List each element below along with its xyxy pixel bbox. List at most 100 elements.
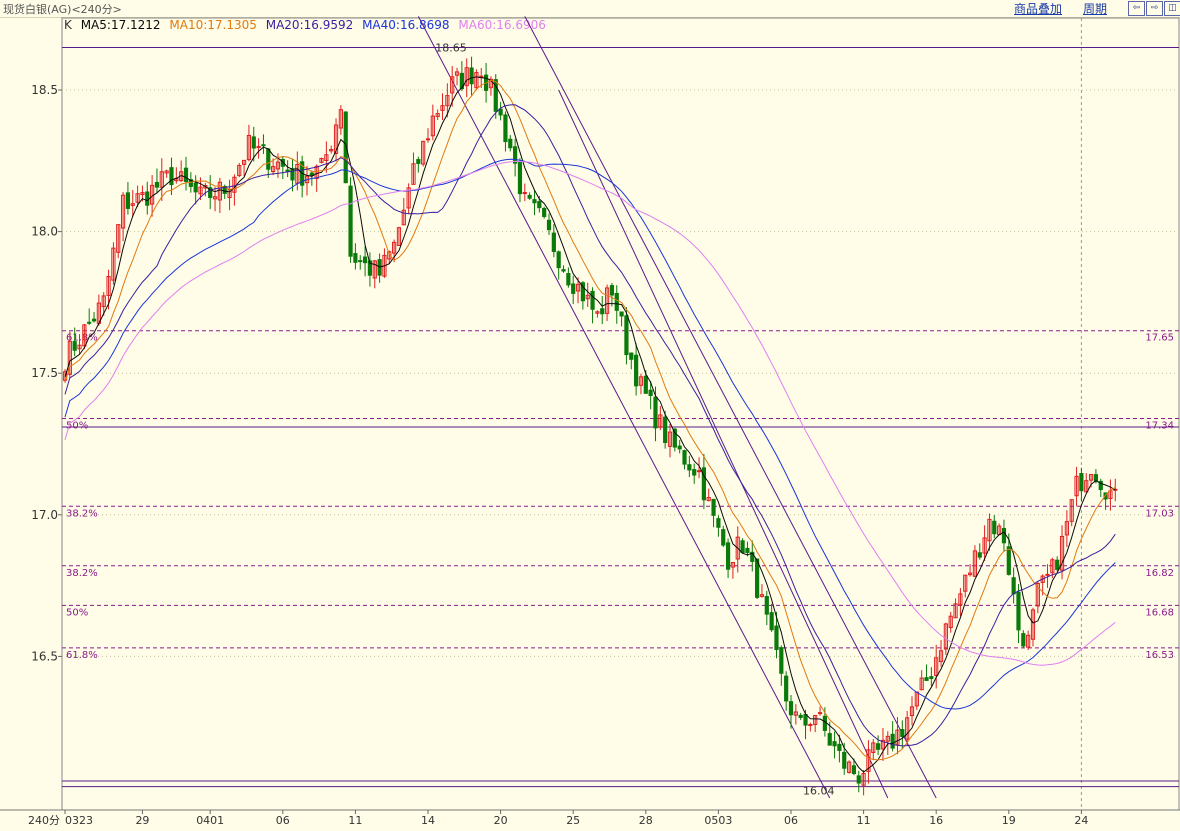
- candle-body: [1055, 559, 1060, 570]
- extreme-price-label: 16.04: [803, 785, 835, 798]
- candle-body: [348, 185, 353, 257]
- candle-body: [527, 194, 532, 199]
- candle-body: [542, 207, 547, 217]
- candle-body: [745, 547, 750, 553]
- x-tick-label: 11: [348, 814, 362, 827]
- interval-label: 240分: [28, 814, 60, 827]
- ma-line-ma5: [64, 76, 1116, 773]
- candle-body: [890, 733, 895, 749]
- candle-body: [725, 542, 731, 570]
- candle-body: [87, 321, 92, 324]
- x-tick-label: 06: [276, 814, 290, 827]
- candle-body: [145, 191, 150, 206]
- candle-body: [808, 724, 813, 727]
- x-tick-label: 06: [784, 814, 798, 827]
- candle-body: [261, 144, 266, 147]
- candle-body: [774, 625, 779, 651]
- candle-body: [609, 285, 615, 296]
- y-tick-label: 16.5: [31, 649, 58, 663]
- x-tick-label: 11: [857, 814, 871, 827]
- channel-line: [524, 16, 937, 799]
- candle-body: [929, 676, 934, 680]
- fib-right-label: 16.53: [1145, 650, 1174, 661]
- candle-body: [643, 375, 648, 394]
- candle-body: [653, 396, 658, 429]
- candle-body: [692, 469, 697, 476]
- candle-body: [513, 146, 518, 164]
- candle-body: [358, 260, 363, 263]
- candle-body: [663, 416, 668, 444]
- candle-body: [1079, 473, 1084, 492]
- candle-body: [551, 232, 556, 252]
- candle-body: [977, 552, 982, 558]
- candle-body: [1011, 577, 1016, 595]
- candle-body: [503, 114, 508, 143]
- channel-line: [417, 16, 831, 799]
- candle-body: [498, 108, 503, 116]
- x-tick-label: 0323: [65, 814, 93, 827]
- candle-body: [798, 714, 803, 718]
- candle-body: [924, 677, 929, 681]
- candle-body: [827, 733, 832, 746]
- price-chart[interactable]: 16.5 17.0 17.5 18.0 18.5 240分 0323 29 0401 06 11 14…: [0, 0, 1180, 831]
- candle-body: [353, 253, 358, 263]
- candle-body: [508, 138, 513, 149]
- fib-right-label: 17.65: [1145, 333, 1174, 344]
- candle-body: [566, 273, 571, 286]
- candle-body: [1006, 546, 1011, 575]
- candle-body: [784, 675, 789, 702]
- candle-body: [1001, 527, 1007, 544]
- candle-body: [193, 182, 198, 193]
- candle-body: [803, 714, 808, 726]
- fib-left-label: 50%: [66, 607, 88, 618]
- x-tick-label: 29: [135, 814, 149, 827]
- candle-body: [251, 136, 256, 149]
- candle-body: [711, 498, 716, 516]
- ma-line-ma20: [64, 104, 1116, 747]
- fib-right-label: 17.03: [1145, 508, 1174, 519]
- candle-body: [876, 743, 881, 750]
- candle-body: [469, 67, 474, 85]
- candle-body: [285, 169, 290, 172]
- candle-body: [696, 470, 702, 473]
- candle-body: [682, 450, 687, 465]
- candle-body: [1021, 633, 1026, 647]
- candle-body: [634, 354, 639, 387]
- candle-body: [416, 159, 421, 164]
- candle-body: [619, 311, 624, 317]
- ma-line-ma60: [64, 160, 1116, 666]
- candle-body: [561, 269, 566, 272]
- extreme-price-label: 18.65: [435, 42, 467, 55]
- candle-body: [779, 647, 784, 674]
- candle-body: [1045, 573, 1050, 576]
- y-tick-label: 18.0: [31, 225, 58, 239]
- y-tick-label: 17.0: [31, 508, 58, 522]
- x-tick-label: 16: [929, 814, 943, 827]
- y-tick-label: 18.5: [31, 83, 58, 97]
- candle-body: [72, 341, 77, 351]
- candle-body: [169, 167, 174, 186]
- candle-body: [851, 765, 857, 775]
- candle-body: [764, 596, 769, 615]
- candle-body: [266, 148, 271, 170]
- candle-body: [362, 256, 368, 264]
- y-tick-label: 17.5: [31, 366, 58, 380]
- candle-body: [290, 168, 295, 181]
- candle-body: [721, 529, 726, 546]
- candle-body: [822, 715, 827, 731]
- fib-left-label: 38.2%: [66, 508, 98, 519]
- fib-left-label: 38.2%: [66, 568, 98, 579]
- candle-body: [837, 743, 842, 751]
- ma-line-ma40: [64, 158, 1116, 710]
- x-tick-label: 28: [639, 814, 653, 827]
- x-tick-label: 19: [1002, 814, 1016, 827]
- candle-body: [1016, 591, 1021, 631]
- candle-body: [183, 167, 189, 182]
- channel-line: [558, 89, 889, 799]
- x-tick-label: 24: [1074, 814, 1088, 827]
- candle-body: [842, 751, 847, 769]
- candle-body: [556, 251, 561, 269]
- candle-body: [600, 308, 605, 315]
- candle-body: [788, 701, 794, 716]
- candle-body: [532, 199, 537, 204]
